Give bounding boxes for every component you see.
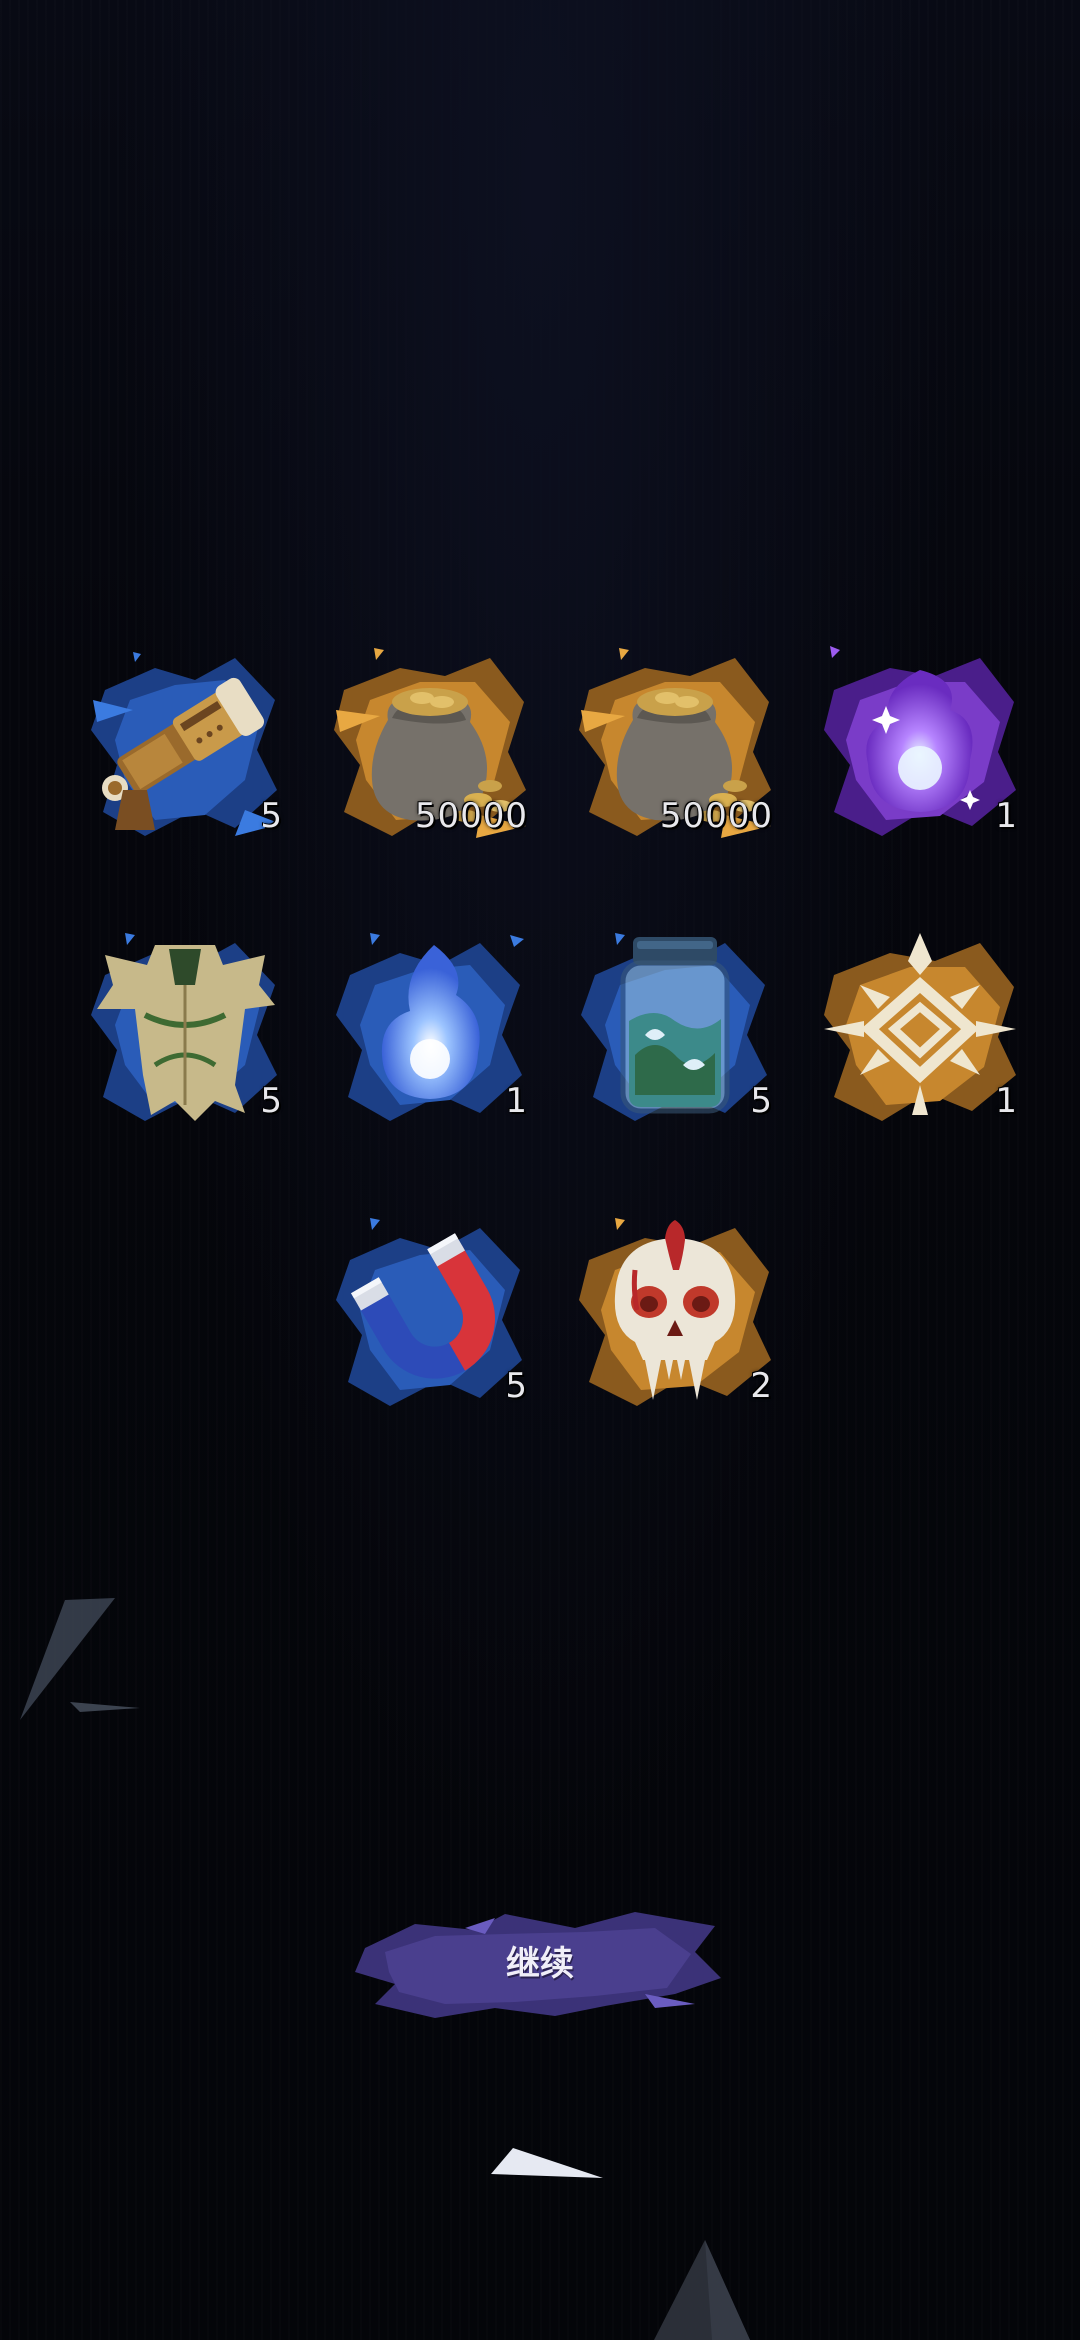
reward-count: 5 (260, 1081, 283, 1121)
shard-decoration-corner (654, 2240, 750, 2340)
rune-sigil-icon (824, 933, 1016, 1121)
reward-count: 1 (505, 1081, 528, 1121)
reward-count: 5 (750, 1081, 773, 1121)
reward-count: 5 (260, 796, 283, 836)
reward-item-telescope[interactable]: 5 (85, 640, 285, 840)
reward-item-robe[interactable]: 5 (85, 925, 285, 1125)
purple-flame-icon (824, 646, 1016, 836)
reward-count: 1 (995, 1081, 1018, 1121)
reward-item-rune-sigil[interactable]: 1 (820, 925, 1020, 1125)
reward-item-skull[interactable]: 2 (575, 1210, 775, 1410)
skull-icon (579, 1218, 771, 1406)
reward-screen: 5 50000 50000 1 5 1 5 1 5 2 继续 (0, 0, 1080, 2340)
reward-count: 50000 (414, 796, 528, 836)
shard-decoration-bottom (491, 2148, 603, 2178)
robe-icon (91, 933, 277, 1121)
telescope-icon (91, 652, 281, 836)
continue-button[interactable]: 继续 (355, 1908, 725, 2020)
reward-item-purple-flame[interactable]: 1 (820, 640, 1020, 840)
reward-item-magnet[interactable]: 5 (330, 1210, 530, 1410)
reward-item-gold-sack[interactable]: 50000 (330, 640, 530, 840)
shard-decoration-left (20, 1598, 140, 1720)
reward-item-blue-flame[interactable]: 1 (330, 925, 530, 1125)
continue-button-label: 继续 (506, 1944, 574, 1984)
magnet-icon (336, 1218, 522, 1406)
jar-icon (581, 933, 767, 1121)
blue-flame-icon (336, 933, 524, 1121)
reward-item-gold-sack[interactable]: 50000 (575, 640, 775, 840)
reward-count: 50000 (659, 796, 773, 836)
reward-item-jar[interactable]: 5 (575, 925, 775, 1125)
reward-count: 1 (995, 796, 1018, 836)
reward-count: 5 (505, 1366, 528, 1406)
reward-count: 2 (750, 1366, 773, 1406)
